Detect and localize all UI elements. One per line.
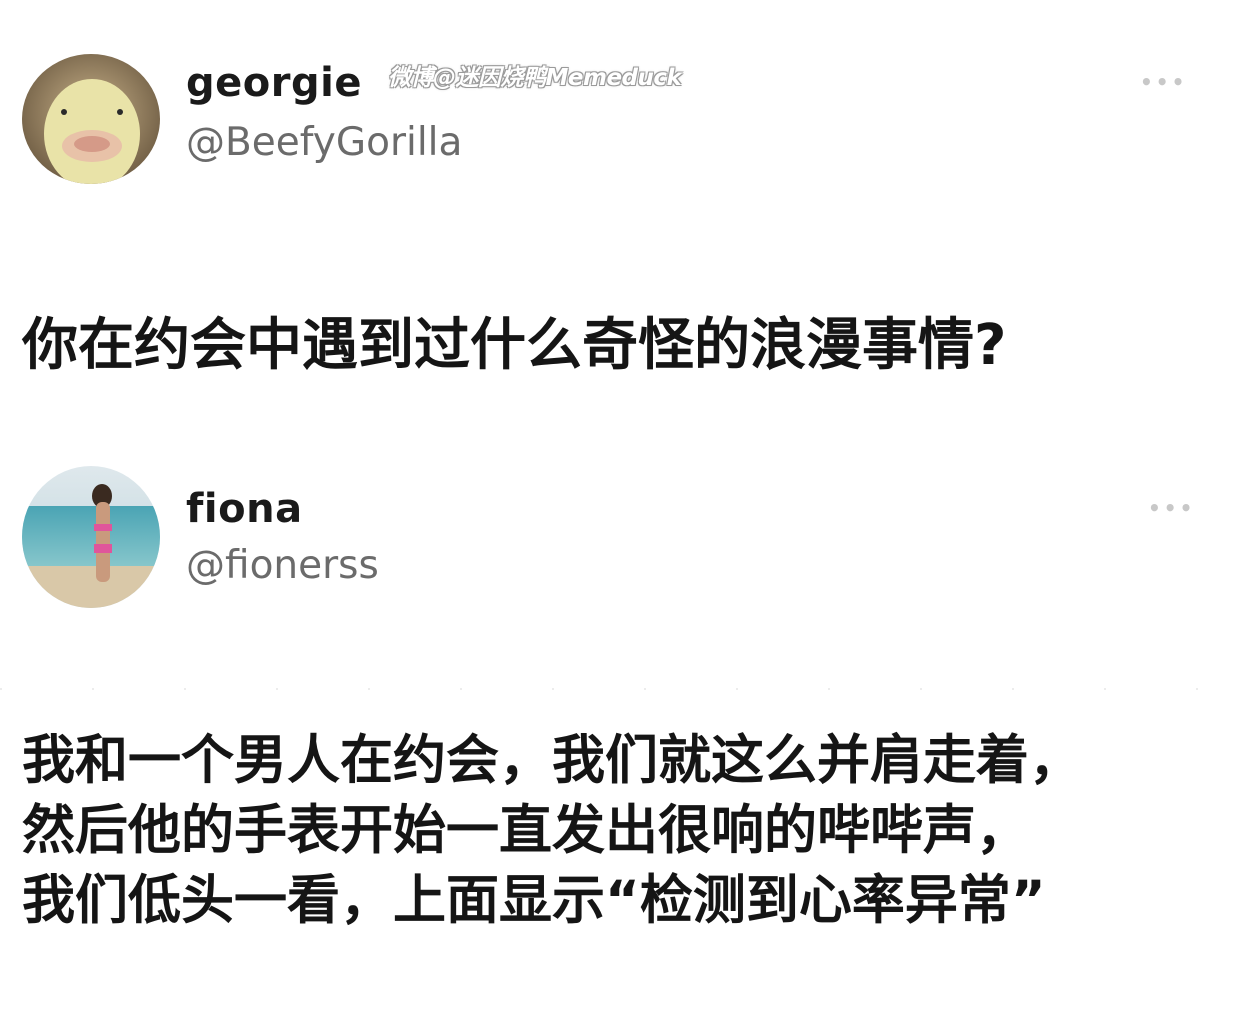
post-text-line: 然后他的手表开始一直发出很响的哔哔声， xyxy=(22,800,1029,861)
faint-divider xyxy=(0,688,1242,690)
handle-fiona[interactable]: @fionerss xyxy=(186,543,379,588)
duck-avatar-icon xyxy=(22,54,160,184)
post-text-georgie: 你在约会中遇到过什么奇怪的浪漫事情? xyxy=(22,313,1007,378)
beach-photo-avatar-icon xyxy=(22,466,160,608)
post-text-line: 我和一个男人在约会，我们就这么并肩走着， xyxy=(22,730,1082,791)
display-name-georgie[interactable]: georgie xyxy=(186,60,362,106)
more-options-icon[interactable]: ••• xyxy=(1148,496,1195,520)
avatar-georgie[interactable] xyxy=(22,54,160,184)
post-text-line: 我们低头一看，上面显示“检测到心率异常” xyxy=(22,870,1046,931)
more-options-icon[interactable]: ••• xyxy=(1140,70,1187,94)
handle-georgie[interactable]: @BeefyGorilla xyxy=(186,120,462,165)
display-name-fiona[interactable]: fiona xyxy=(186,486,303,532)
post-text-fiona: 我和一个男人在约会，我们就这么并肩走着， 然后他的手表开始一直发出很响的哔哔声，… xyxy=(22,726,1232,936)
watermark-text: 微博@迷因烧鸭Memeduck xyxy=(388,65,682,91)
avatar-fiona[interactable] xyxy=(22,466,160,608)
